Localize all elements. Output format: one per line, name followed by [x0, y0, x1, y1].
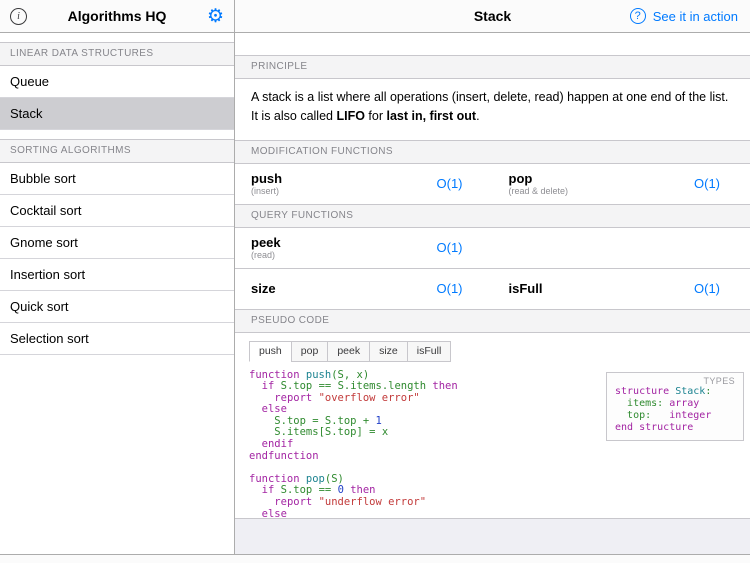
function-size: size O(1) [235, 269, 493, 309]
empty-cell [493, 228, 750, 268]
sidebar-item-quick-sort[interactable]: Quick sort [0, 291, 234, 323]
sidebar-item-bubble-sort[interactable]: Bubble sort [0, 163, 234, 195]
function-name: size [251, 281, 276, 296]
query-row-size-isfull: size O(1) isFull O(1) [235, 269, 750, 309]
sidebar-section-linear: LINEAR DATA STRUCTURES [0, 42, 234, 66]
function-peek: peek (read) O(1) [235, 228, 493, 268]
function-isfull: isFull O(1) [493, 269, 750, 309]
sidebar-item-stack[interactable]: Stack [0, 98, 234, 130]
types-box: TYPES structure Stack: items: array top:… [606, 371, 744, 441]
function-note: (read & delete) [508, 186, 569, 196]
tab-peek[interactable]: peek [327, 340, 371, 362]
sidebar: Algorithms HQ i ⚙ LINEAR DATA STRUCTURES… [0, 0, 235, 563]
complexity-badge: O(1) [436, 240, 463, 255]
function-push-labels: push (insert) [251, 171, 282, 196]
function-size-labels: size [251, 281, 276, 296]
app-window: Algorithms HQ i ⚙ LINEAR DATA STRUCTURES… [0, 0, 750, 563]
complexity-badge: O(1) [436, 176, 463, 191]
sidebar-section-sorting: SORTING ALGORITHMS [0, 139, 234, 163]
function-name: isFull [508, 281, 543, 296]
sidebar-navbar: Algorithms HQ i ⚙ [0, 0, 234, 33]
modification-row: push (insert) O(1) pop (read & delete) O… [235, 164, 750, 204]
pseudo-code-section: push pop peek size isFull function push(… [235, 332, 750, 519]
bottom-bar [0, 554, 750, 563]
function-note: (insert) [251, 186, 280, 196]
principle-part: A stack is a list where all operations (… [251, 90, 729, 123]
query-row-peek: peek (read) O(1) [235, 228, 750, 269]
tab-size[interactable]: size [369, 340, 408, 362]
principle-part: . [476, 108, 480, 123]
query-functions-header: QUERY FUNCTIONS [235, 203, 750, 228]
help-icon[interactable]: ? [629, 8, 646, 24]
tab-pop[interactable]: pop [290, 340, 329, 362]
app-title: Algorithms HQ [67, 8, 167, 24]
detail-pane: Stack ? See it in action PRINCIPLE A sta… [235, 0, 750, 563]
sidebar-item-gnome-sort[interactable]: Gnome sort [0, 227, 234, 259]
sidebar-item-cocktail-sort[interactable]: Cocktail sort [0, 195, 234, 227]
types-label: TYPES [703, 375, 735, 386]
types-code-block: structure Stack: items: array top: integ… [615, 385, 712, 433]
sidebar-item-insertion-sort[interactable]: Insertion sort [0, 259, 234, 291]
function-isfull-labels: isFull [509, 281, 543, 296]
detail-navbar: Stack ? See it in action [235, 0, 750, 33]
tab-push[interactable]: push [249, 340, 292, 362]
tab-isfull[interactable]: isFull [406, 340, 452, 362]
pseudo-code-header: PSEUDO CODE [235, 308, 750, 333]
complexity-badge: O(1) [694, 176, 720, 191]
function-note: (read) [251, 250, 276, 260]
function-push: push (insert) O(1) [235, 164, 493, 204]
principle-text: A stack is a list where all operations (… [235, 79, 750, 140]
navbar-actions: ? See it in action [629, 8, 738, 24]
function-peek-labels: peek (read) [251, 235, 281, 260]
settings-gear-icon[interactable]: ⚙ [207, 7, 224, 26]
modification-functions-header: MODIFICATION FUNCTIONS [235, 139, 750, 164]
sidebar-item-selection-sort[interactable]: Selection sort [0, 323, 234, 355]
info-icon[interactable]: i [10, 7, 27, 25]
code-area: function push(S, x) if S.top == S.items.… [235, 369, 750, 518]
function-name: pop [508, 171, 533, 186]
complexity-badge: O(1) [694, 281, 720, 296]
function-name: push [251, 171, 283, 186]
principle-header: PRINCIPLE [235, 55, 750, 79]
complexity-badge: O(1) [436, 281, 463, 296]
function-pop: pop (read & delete) O(1) [493, 164, 750, 204]
function-name: peek [251, 235, 281, 250]
code-tabs: push pop peek size isFull [249, 340, 750, 362]
sidebar-item-queue[interactable]: Queue [0, 66, 234, 98]
function-pop-labels: pop (read & delete) [509, 171, 569, 196]
principle-part: for [364, 108, 387, 123]
principle-part-bold: last in, first out [386, 108, 477, 123]
see-it-in-action-link[interactable]: See it in action [653, 9, 738, 24]
principle-part-bold: LIFO [336, 108, 365, 123]
